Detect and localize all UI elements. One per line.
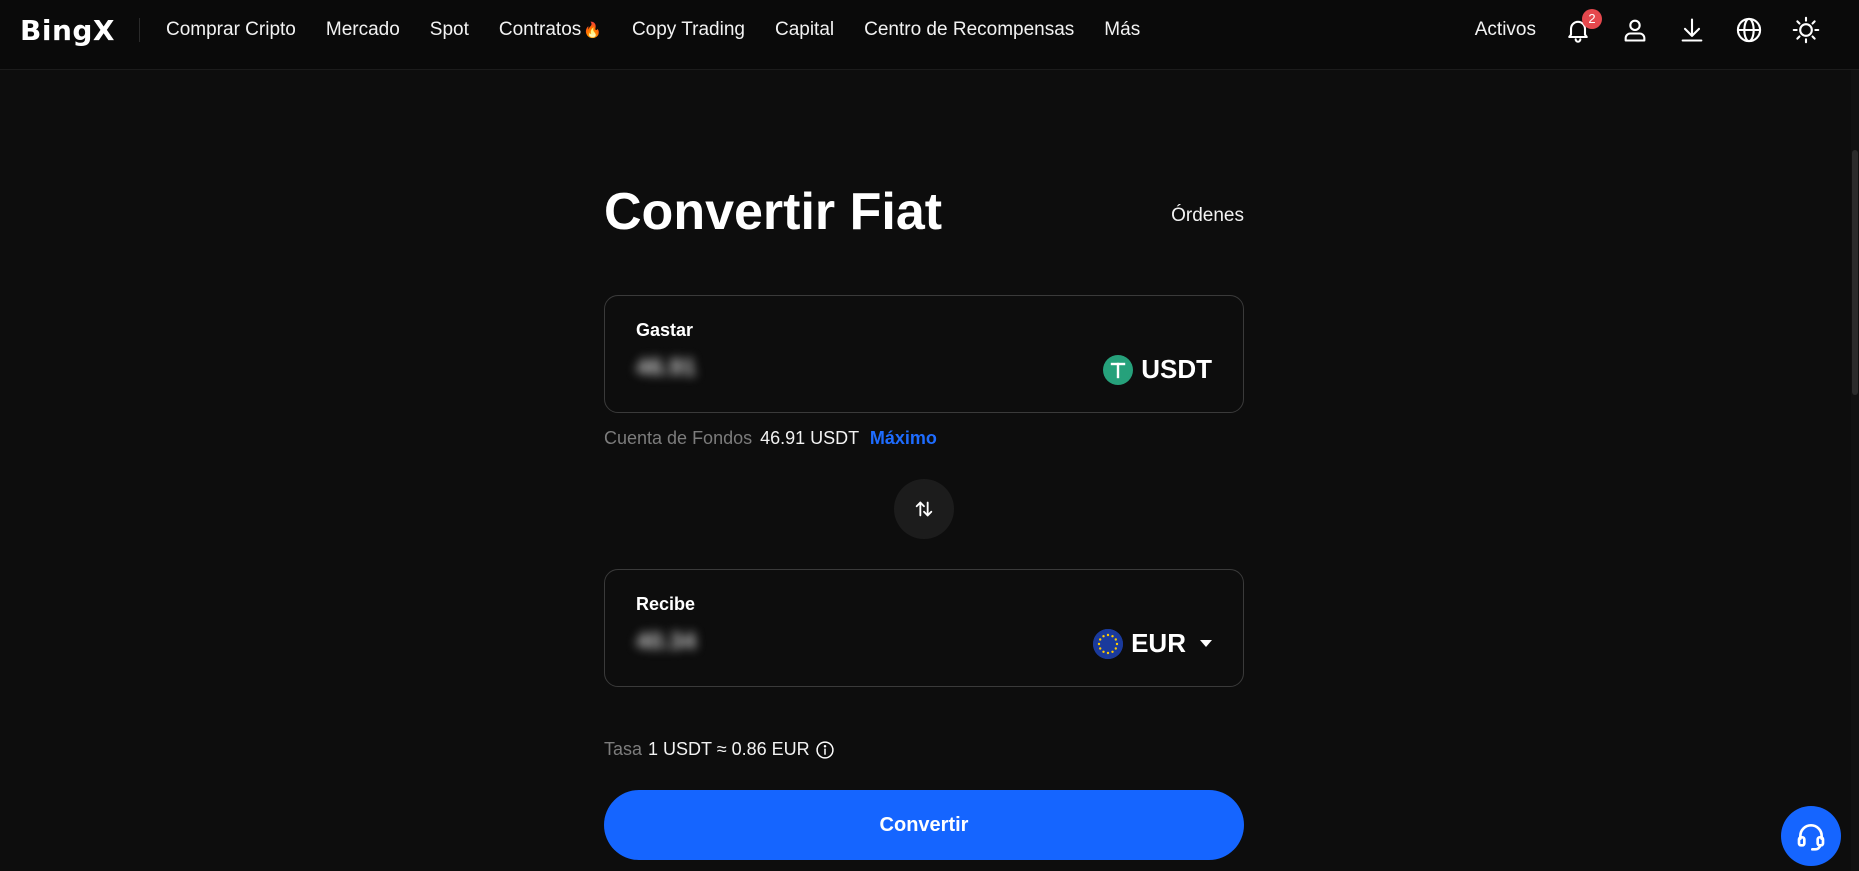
orders-link[interactable]: Órdenes — [1171, 205, 1244, 227]
max-button[interactable]: Máximo — [870, 428, 937, 448]
globe-icon — [1736, 17, 1762, 43]
funds-label: Cuenta de Fondos — [604, 428, 753, 448]
download-icon — [1681, 18, 1703, 42]
nav-label: Comprar Cripto — [166, 19, 296, 40]
nav-comprar-cripto[interactable]: Comprar Cripto — [166, 19, 296, 41]
nav-right-tools: Activos 2 — [1475, 0, 1823, 60]
swap-button[interactable] — [894, 479, 954, 539]
nav-spot[interactable]: Spot — [430, 19, 469, 41]
nav-label: Mercado — [325, 19, 400, 40]
exchange-rate: Tasa 1 USDT ≈ 0.86 EUR — [604, 739, 835, 760]
page-scrollbar[interactable] — [1851, 70, 1859, 871]
nav-copy-trading[interactable]: Copy Trading — [632, 19, 745, 41]
nav-label: Contratos — [498, 19, 582, 40]
scrollbar-thumb[interactable] — [1852, 150, 1858, 395]
usdt-coin-icon — [1103, 354, 1134, 385]
info-icon[interactable] — [815, 740, 835, 760]
receive-amount: 40.34 — [636, 628, 697, 655]
swap-arrows-icon — [915, 501, 933, 517]
nav-label: Spot — [429, 19, 469, 40]
convert-button[interactable]: Convertir — [604, 790, 1244, 860]
nav-label: Copy Trading — [631, 19, 745, 40]
spend-label: Gastar — [636, 320, 694, 340]
nav-centro-de-recompensas[interactable]: Centro de Recompensas — [864, 19, 1074, 41]
spend-currency-code: USDT — [1141, 354, 1212, 384]
notifications-button[interactable]: 2 — [1561, 9, 1602, 47]
nav-label: Capital — [774, 19, 835, 40]
user-icon — [1624, 19, 1646, 42]
nav-label: Más — [1104, 19, 1141, 40]
spend-card[interactable]: Gastar 46.91 USDT — [604, 295, 1244, 413]
nav-mercado[interactable]: Mercado — [326, 19, 400, 41]
fire-icon: 🔥 — [583, 22, 602, 39]
page-title: Convertir Fiat — [604, 183, 943, 241]
eur-flag-icon — [1093, 628, 1124, 659]
funding-balance: Cuenta de Fondos 46.91 USDT Máximo — [604, 428, 937, 449]
caret-down-icon — [1200, 640, 1212, 647]
activos-link[interactable]: Activos — [1475, 19, 1536, 41]
receive-currency-dropdown[interactable]: EUR — [1093, 628, 1212, 659]
headset-icon — [1797, 824, 1825, 851]
funds-value: 46.91 USDT — [760, 428, 859, 448]
account-button[interactable] — [1618, 13, 1652, 47]
receive-currency-code: EUR — [1131, 628, 1186, 658]
sun-icon — [1792, 16, 1820, 44]
spend-currency: USDT — [1103, 354, 1212, 385]
language-button[interactable] — [1732, 13, 1766, 47]
support-chat-button[interactable] — [1781, 806, 1841, 866]
theme-toggle-button[interactable] — [1789, 13, 1823, 47]
receive-card[interactable]: Recibe 40.34 EUR — [604, 569, 1244, 687]
download-button[interactable] — [1675, 13, 1709, 47]
rate-label: Tasa — [604, 739, 643, 759]
bingx-logo[interactable]: BingX — [20, 13, 116, 47]
nav-contratos[interactable]: Contratos 🔥 — [499, 19, 602, 41]
logo-text: BingX — [20, 13, 116, 47]
nav-mas[interactable]: Más — [1104, 19, 1140, 41]
notification-badge: 2 — [1582, 9, 1602, 29]
rate-value: 1 USDT ≈ 0.86 EUR — [648, 739, 810, 759]
receive-label: Recibe — [636, 594, 696, 614]
nav-label: Centro de Recompensas — [864, 19, 1075, 40]
main-menu: Comprar Cripto Mercado Spot Contratos 🔥 … — [166, 0, 1170, 60]
top-navigation: BingX Comprar Cripto Mercado Spot Contra… — [0, 0, 1859, 70]
nav-capital[interactable]: Capital — [775, 19, 834, 41]
spend-amount-input[interactable]: 46.91 — [636, 354, 696, 382]
logo-divider — [139, 18, 140, 42]
